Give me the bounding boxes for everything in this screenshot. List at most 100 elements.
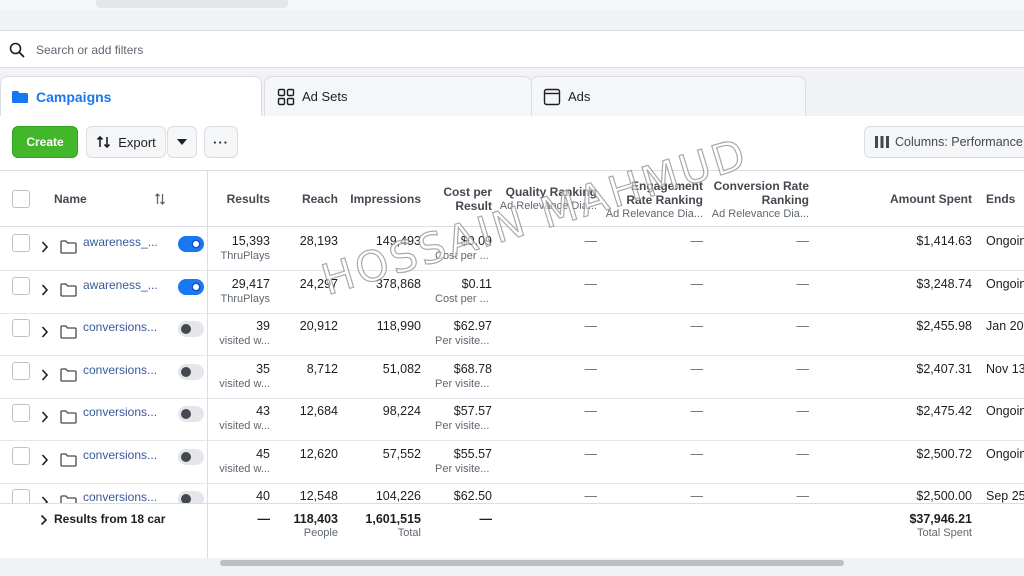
chevron-right-icon[interactable] [40, 325, 50, 339]
chevron-right-icon[interactable] [40, 410, 50, 424]
amount-spent-value: $1,414.63 [916, 234, 972, 248]
column-header-results[interactable]: Results [227, 192, 270, 206]
campaign-name-link[interactable]: conversions... [83, 363, 157, 377]
top-strip-pill [96, 0, 288, 8]
campaign-toggle[interactable] [178, 448, 204, 465]
cost-header-line1: Cost per [443, 185, 492, 199]
columns-icon [875, 136, 889, 148]
table-row[interactable]: conversions... 39 visited w... 20,912 118,99… [0, 313, 1024, 356]
horizontal-scrollbar[interactable] [220, 560, 844, 566]
frozen-column-divider [207, 171, 208, 558]
folder-outline-icon [60, 367, 77, 382]
tab-campaigns[interactable]: Campaigns [0, 76, 262, 116]
column-header-amount-spent[interactable]: Amount Spent [890, 192, 972, 206]
ad-window-icon [543, 88, 561, 106]
impressions-value: 57,552 [382, 446, 421, 461]
conversion-header-sub: Ad Relevance Dia... [711, 208, 809, 220]
chevron-right-icon[interactable] [40, 368, 50, 382]
campaign-name-link[interactable]: conversions... [83, 405, 157, 419]
create-button[interactable]: Create [12, 126, 78, 158]
campaign-name-link[interactable]: conversions... [83, 490, 157, 504]
chevron-right-icon[interactable] [40, 240, 50, 254]
campaign-toggle[interactable] [178, 321, 204, 337]
top-strip [0, 0, 1024, 10]
campaign-name-link[interactable]: awareness_... [83, 278, 158, 292]
cost-per-result-value: $55.57 [453, 446, 492, 461]
tab-ad-sets-label: Ad Sets [302, 89, 348, 104]
sort-icon[interactable] [154, 193, 166, 205]
chevron-right-icon[interactable] [40, 453, 50, 467]
conversion-ranking-value: — [796, 234, 810, 248]
results-sub: visited w... [219, 377, 270, 390]
row-checkbox[interactable] [12, 276, 30, 295]
results-sub: visited w... [219, 335, 270, 347]
columns-button[interactable]: Columns: Performance [864, 126, 1024, 158]
column-header-quality-ranking[interactable]: Quality Ranking Ad Relevance Dia... [500, 185, 597, 213]
cost-per-result-sub: Per visite... [435, 377, 490, 390]
cost-per-result-sub: Per visite... [435, 462, 490, 475]
campaign-name-link[interactable]: awareness_... [83, 235, 158, 249]
column-header-impressions[interactable]: Impressions [350, 192, 421, 206]
conversion-header-line2: Ranking [761, 193, 809, 207]
campaign-name-link[interactable]: conversions... [83, 320, 157, 334]
more-options-button[interactable]: ··· [204, 126, 238, 158]
quality-ranking-value: — [584, 276, 598, 291]
amount-spent-value: $2,500.72 [916, 446, 972, 461]
results-value: 29,417 [231, 276, 270, 291]
row-checkbox[interactable] [12, 361, 30, 380]
table-row[interactable]: conversions... 45 visited w... 12,620 57,552… [0, 441, 1024, 484]
select-all-checkbox[interactable] [12, 190, 30, 208]
ends-value: Ongoin [986, 276, 1024, 291]
column-header-conversion-ranking[interactable]: Conversion Rate Ranking Ad Relevance Dia… [712, 179, 809, 221]
tab-ads-label: Ads [568, 89, 591, 104]
cost-per-result-value: $62.97 [453, 319, 492, 333]
impressions-value: 118,990 [376, 319, 421, 333]
export-button-label: Export [118, 134, 156, 150]
ends-value: Ongoin [986, 446, 1024, 461]
row-checkbox[interactable] [12, 319, 30, 337]
quality-header-label: Quality Ranking [505, 185, 597, 199]
chevron-right-icon[interactable] [40, 283, 50, 297]
table-header: Name Results Reach Impressions Cost per … [0, 171, 1024, 227]
engagement-ranking-value: — [690, 234, 704, 248]
table-row[interactable]: awareness_... 15,393 ThruPlays 28,193 149,49… [0, 228, 1024, 271]
chevron-right-icon[interactable] [40, 514, 48, 526]
campaign-toggle[interactable] [178, 406, 204, 422]
amount-spent-value: $2,407.31 [916, 361, 972, 376]
export-button[interactable]: Export [86, 126, 166, 158]
tab-ad-sets[interactable]: Ad Sets [264, 76, 532, 116]
table-row[interactable]: awareness_... 29,417 ThruPlays 24,297 378,86… [0, 271, 1024, 314]
tab-ads[interactable]: Ads [530, 76, 806, 116]
column-header-reach[interactable]: Reach [302, 192, 338, 206]
row-checkbox[interactable] [12, 234, 30, 252]
folder-outline-icon [60, 325, 77, 339]
campaign-name-link[interactable]: conversions... [83, 448, 157, 462]
reach-value: 20,912 [299, 319, 338, 333]
cost-per-result-value: $68.78 [453, 361, 492, 376]
column-header-engagement-ranking[interactable]: Engagement Rate Ranking Ad Relevance Dia… [606, 179, 703, 221]
footer-amount-spent: $37,946.21 [909, 512, 972, 526]
conversion-header-line1: Conversion Rate [713, 179, 809, 193]
results-value: 39 [256, 319, 270, 333]
folder-outline-icon [60, 410, 77, 424]
column-header-ends[interactable]: Ends [986, 192, 1015, 206]
table-row[interactable]: conversions... 35 visited w... 8,712 51,082 $… [0, 356, 1024, 399]
footer-reach: 118,403 [293, 512, 339, 526]
folder-outline-icon [60, 240, 77, 254]
engagement-header-line2: Rate Ranking [626, 193, 703, 207]
impressions-value: 104,226 [375, 489, 421, 503]
export-arrows-icon [97, 135, 111, 149]
campaign-toggle[interactable] [178, 278, 204, 295]
campaign-toggle[interactable] [178, 236, 204, 252]
column-header-name[interactable]: Name [54, 192, 87, 206]
search-input[interactable] [36, 39, 636, 61]
toolbar: Create Export ··· Columns: Performance [0, 116, 1024, 170]
table-row[interactable]: conversions... 43 visited w... 12,684 98,224… [0, 398, 1024, 441]
row-checkbox[interactable] [12, 404, 30, 422]
engagement-ranking-value: — [690, 489, 704, 503]
export-dropdown-button[interactable] [167, 126, 197, 158]
campaign-toggle[interactable] [178, 363, 204, 380]
ends-value: Sep 25 [986, 489, 1024, 503]
row-checkbox[interactable] [12, 446, 30, 465]
column-header-cost-per-result[interactable]: Cost per Result [443, 185, 492, 213]
